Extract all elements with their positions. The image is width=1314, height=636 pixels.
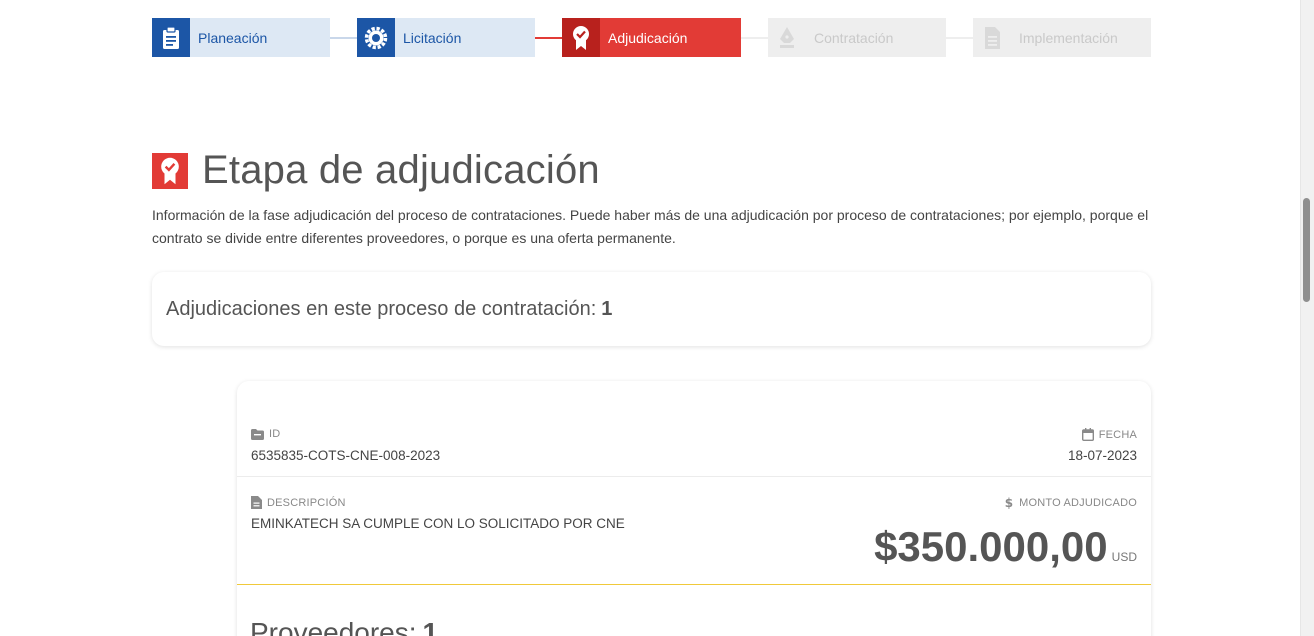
pen-nib-icon	[768, 18, 806, 57]
award-description-label: DESCRIPCIÓN	[251, 496, 346, 509]
award-amount-currency: USD	[1111, 550, 1137, 564]
page-title: Etapa de adjudicación	[202, 148, 600, 192]
step-label: Implementación	[1019, 29, 1118, 46]
step-planeacion[interactable]: Planeación	[152, 18, 330, 57]
step-contratacion[interactable]: Contratación	[768, 18, 946, 57]
award-date-value: 18-07-2023	[1067, 448, 1137, 463]
award-amount: $350.000,00 USD	[874, 523, 1137, 571]
vertical-scrollbar[interactable]	[1300, 0, 1314, 636]
stepper-connector	[535, 37, 562, 39]
suppliers-heading: Proveedores: 1	[250, 617, 439, 636]
row-divider	[237, 476, 1151, 477]
award-ribbon-icon	[152, 153, 188, 189]
awards-count-card: Adjudicaciones en este proceso de contra…	[152, 272, 1151, 346]
stepper-connector	[946, 37, 973, 39]
step-adjudicacion[interactable]: Adjudicación	[562, 18, 741, 57]
dollar-icon: $	[1005, 496, 1014, 509]
award-date-label: FECHA	[1081, 428, 1137, 441]
svg-text:$: $	[1005, 496, 1014, 509]
award-ribbon-icon	[562, 18, 600, 57]
awards-count-label: Adjudicaciones en este proceso de contra…	[166, 297, 597, 320]
file-text-icon	[251, 496, 262, 509]
stepper-connector	[741, 37, 768, 39]
section-divider	[237, 584, 1151, 585]
award-card: ID 6535835-COTS-CNE-008-2023 FECHA 18-07…	[237, 381, 1151, 636]
clipboard-icon	[152, 18, 190, 57]
step-label: Adjudicación	[608, 29, 688, 46]
calendar-icon	[1081, 428, 1094, 441]
document-icon	[973, 18, 1011, 57]
award-amount-label: $ MONTO ADJUDICADO	[1004, 496, 1137, 509]
award-amount-value: $350.000,00	[874, 523, 1108, 570]
stage-description: Información de la fase adjudicación del …	[152, 207, 1149, 246]
step-label: Contratación	[814, 29, 894, 46]
scrollbar-thumb[interactable]	[1303, 198, 1310, 302]
stepper-connector	[330, 37, 357, 39]
award-id-label: ID	[251, 428, 280, 440]
award-description-value: EMINKATECH SA CUMPLE CON LO SOLICITADO P…	[251, 516, 625, 531]
awards-count-value: 1	[601, 297, 613, 320]
process-stepper: Planeación Licitación Adjudicación Contr…	[152, 18, 1151, 57]
gear-icon	[357, 18, 395, 57]
folder-icon	[251, 428, 264, 440]
step-licitacion[interactable]: Licitación	[357, 18, 535, 57]
step-implementacion[interactable]: Implementación	[973, 18, 1151, 57]
award-id-value: 6535835-COTS-CNE-008-2023	[251, 448, 441, 463]
step-label: Planeación	[198, 29, 268, 46]
step-label: Licitación	[403, 29, 462, 46]
